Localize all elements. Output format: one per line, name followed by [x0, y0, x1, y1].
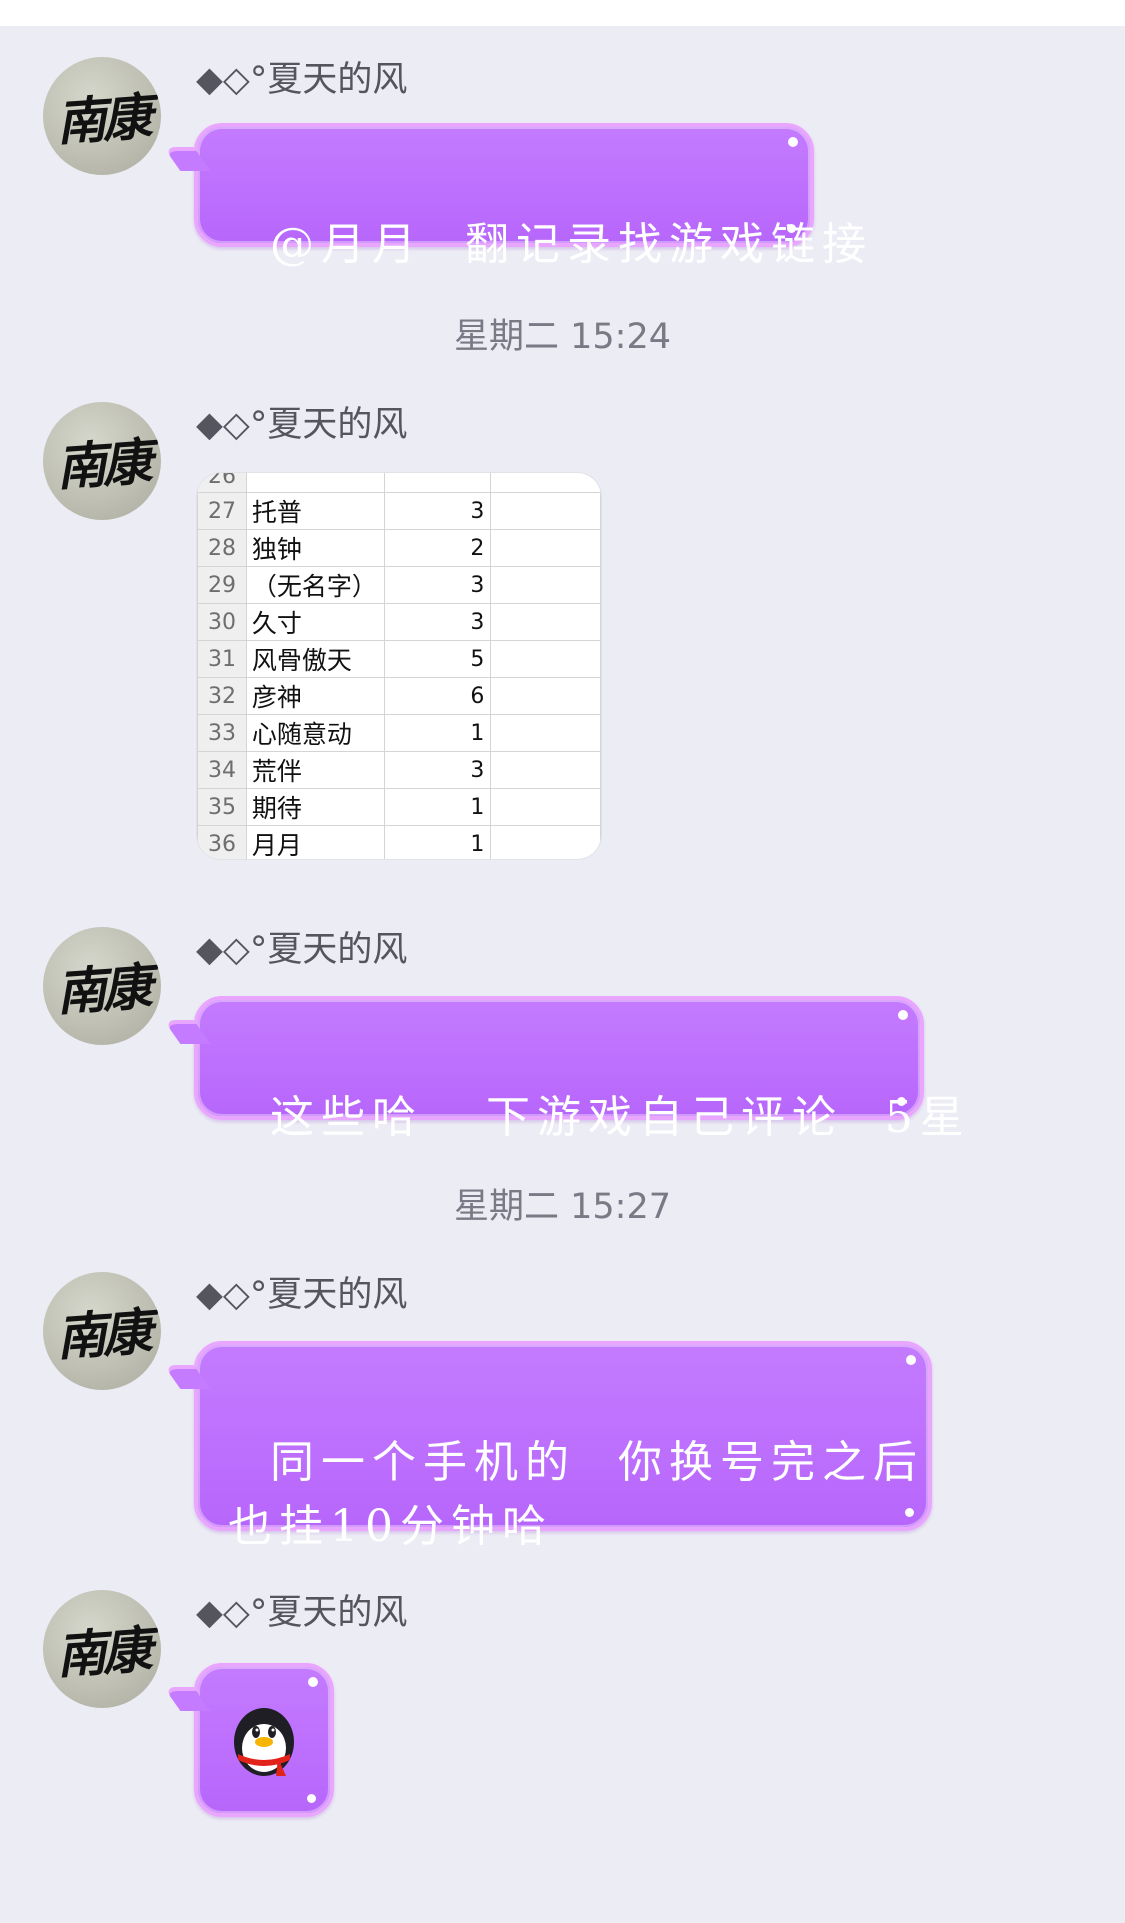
message-text: 同一个手机的 你换号完之后 也挂10分钟哈	[228, 1437, 924, 1552]
row-number: 30	[197, 603, 247, 641]
cell-empty	[490, 788, 601, 826]
row-number: 34	[197, 751, 247, 789]
cell-value: 1	[383, 825, 492, 859]
cell-value	[383, 473, 492, 493]
sender-name: ◆◇°夏天的风	[196, 930, 408, 970]
message-bubble[interactable]: 同一个手机的 你换号完之后 也挂10分钟哈	[194, 1341, 932, 1552]
table-row: 33 心随意动 1	[197, 714, 601, 752]
message-text: 这些哈 下游戏自己评论 5星	[269, 1092, 971, 1143]
avatar[interactable]: 南康	[43, 1590, 161, 1708]
cell-value: 1	[383, 788, 492, 826]
row-number: 29	[197, 566, 247, 604]
row-number: 32	[197, 677, 247, 715]
bubble-decoration	[308, 1677, 318, 1687]
cell-name: （无名字）	[245, 566, 385, 604]
cell-empty	[490, 640, 601, 678]
avatar[interactable]: 南康	[43, 57, 161, 175]
spreadsheet-table: 26 27 托普 3 28 独钟 2 29 （无名字） 3 30 久寸 3 31 风骨傲天 5 32 彦神 6 33…	[197, 473, 601, 859]
cell-empty	[490, 714, 601, 752]
cell-value: 1	[383, 714, 492, 752]
cell-name: 独钟	[245, 529, 385, 567]
cell-empty	[490, 492, 601, 530]
avatar[interactable]: 南康	[43, 1272, 161, 1390]
cell-value: 3	[383, 603, 492, 641]
cell-value: 5	[383, 640, 492, 678]
row-number: 26	[197, 473, 247, 493]
message-bubble[interactable]: @月月 翻记录找游戏链接	[194, 123, 866, 270]
sender-name: ◆◇°夏天的风	[196, 405, 408, 445]
cell-name: 彦神	[245, 677, 385, 715]
bubble-decoration	[788, 137, 798, 147]
spreadsheet-image[interactable]: 26 27 托普 3 28 独钟 2 29 （无名字） 3 30 久寸 3 31 风骨傲天 5 32 彦神 6 33…	[197, 473, 601, 859]
table-row: 31 风骨傲天 5	[197, 640, 601, 678]
cell-empty	[490, 473, 601, 493]
row-number: 33	[197, 714, 247, 752]
table-row: 35 期待 1	[197, 788, 601, 826]
penguin-sticker-icon	[234, 1708, 294, 1776]
cell-name: 月月	[245, 825, 385, 859]
table-row: 36 月月 1	[197, 825, 601, 859]
cell-empty	[490, 677, 601, 715]
bubble-decoration	[897, 1097, 906, 1106]
cell-name: 托普	[245, 492, 385, 530]
row-number: 27	[197, 492, 247, 530]
table-row: 27 托普 3	[197, 492, 601, 530]
bubble-decoration	[906, 1355, 916, 1365]
cell-empty	[490, 603, 601, 641]
timestamp: 星期二 15:24	[454, 317, 671, 357]
cell-name: 久寸	[245, 603, 385, 641]
bubble-decoration	[307, 1794, 316, 1803]
sender-name: ◆◇°夏天的风	[196, 60, 408, 100]
cell-empty	[490, 566, 601, 604]
cell-name: 荒伴	[245, 751, 385, 789]
cell-empty	[490, 529, 601, 567]
cell-value: 6	[383, 677, 492, 715]
avatar[interactable]: 南康	[43, 927, 161, 1045]
cell-empty	[490, 751, 601, 789]
sender-name: ◆◇°夏天的风	[196, 1593, 408, 1633]
row-number: 35	[197, 788, 247, 826]
cell-name: 心随意动	[245, 714, 385, 752]
sticker-bubble[interactable]	[194, 1663, 334, 1817]
cell-name: 风骨傲天	[245, 640, 385, 678]
message-bubble[interactable]: 这些哈 下游戏自己评论 5星	[194, 996, 964, 1143]
bubble-decoration	[898, 1010, 908, 1020]
cell-empty	[490, 825, 601, 859]
cell-value: 3	[383, 751, 492, 789]
sender-name: ◆◇°夏天的风	[196, 1275, 408, 1315]
cell-value: 2	[383, 529, 492, 567]
table-row: 28 独钟 2	[197, 529, 601, 567]
row-number: 31	[197, 640, 247, 678]
table-row: 30 久寸 3	[197, 603, 601, 641]
table-row: 26	[197, 473, 601, 493]
table-row: 32 彦神 6	[197, 677, 601, 715]
bubble-decoration	[787, 224, 796, 233]
status-bar-strip	[0, 0, 1125, 26]
cell-name	[245, 473, 385, 493]
bubble-decoration	[905, 1508, 914, 1517]
cell-value: 3	[383, 492, 492, 530]
table-row: 29 （无名字） 3	[197, 566, 601, 604]
timestamp: 星期二 15:27	[454, 1187, 671, 1227]
avatar[interactable]: 南康	[43, 402, 161, 520]
row-number: 36	[197, 825, 247, 859]
row-number: 28	[197, 529, 247, 567]
cell-value: 3	[383, 566, 492, 604]
table-row: 34 荒伴 3	[197, 751, 601, 789]
cell-name: 期待	[245, 788, 385, 826]
message-text: @月月 翻记录找游戏链接	[269, 219, 873, 270]
